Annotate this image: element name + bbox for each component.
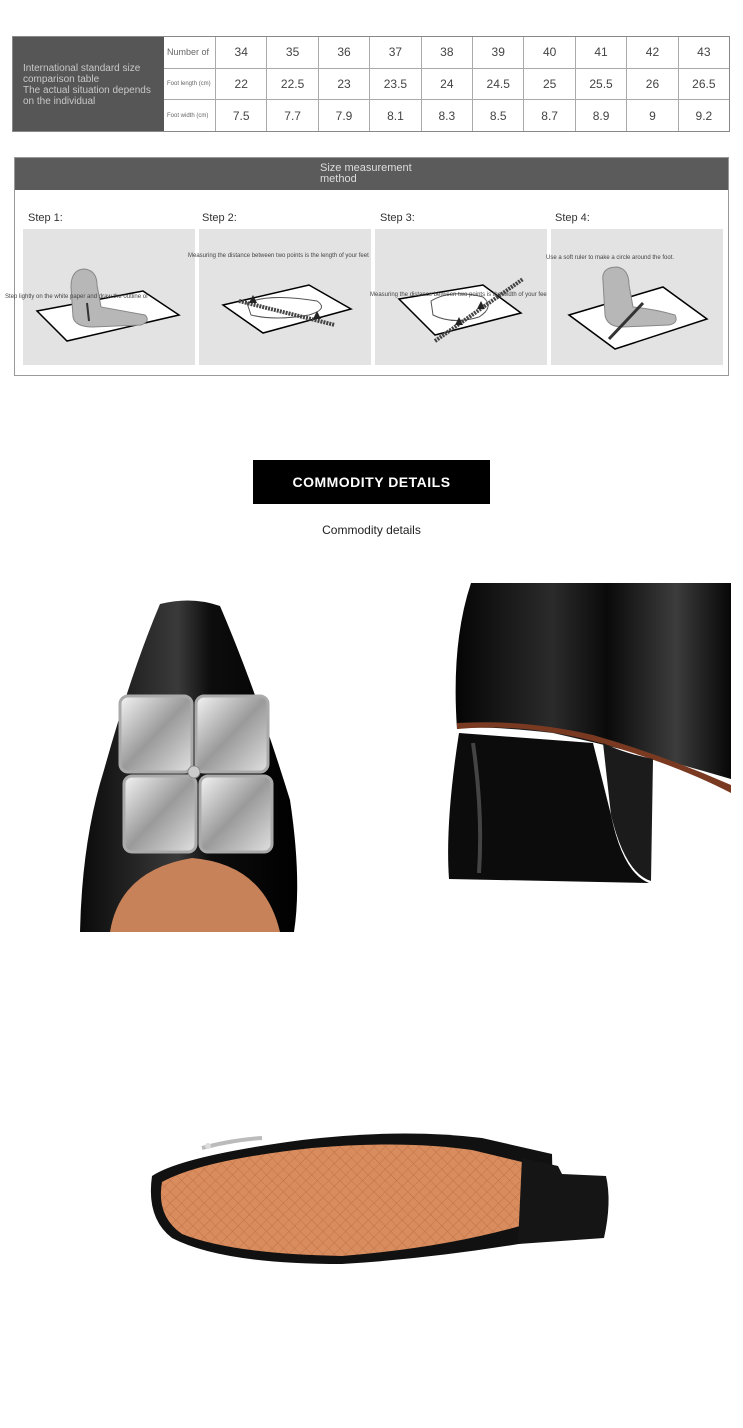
size-cell: 8.7 xyxy=(524,100,576,132)
size-label-line: on the individual xyxy=(23,96,96,107)
size-cell: 24.5 xyxy=(473,68,525,100)
size-cell: 38 xyxy=(422,37,474,68)
soft-ruler-circle-icon xyxy=(567,266,709,350)
step-4-caption: Use a soft ruler to make a circle around… xyxy=(546,255,675,261)
measurement-method-panel: Size measurement method Step 1: Step 2: … xyxy=(5,157,729,376)
size-label-line: The actual situation depends xyxy=(23,85,151,96)
size-table-label: International standard size comparison t… xyxy=(13,37,164,131)
size-cell: 7.7 xyxy=(267,100,319,132)
size-cell: 22 xyxy=(216,68,268,100)
measurement-title-line: Size measurement xyxy=(320,162,412,174)
size-cell: 7.5 xyxy=(216,100,268,132)
measurement-title: Size measurement method xyxy=(15,158,728,190)
size-cell: 41 xyxy=(576,37,628,68)
size-grid: Number of 34 35 36 37 38 39 40 41 42 43 … xyxy=(164,37,729,132)
commodity-details-banner: COMMODITY DETAILS xyxy=(253,460,490,504)
row-header: Foot length (cm) xyxy=(164,68,216,100)
size-cell: 8.1 xyxy=(370,100,422,132)
size-cell: 40 xyxy=(524,37,576,68)
step-3-label: Step 3: xyxy=(380,212,415,224)
shoe-sole-photo xyxy=(142,1118,612,1268)
measurement-title-line: method xyxy=(320,173,357,185)
shoe-toe-crystal-icon xyxy=(80,600,298,932)
step-2-illustration xyxy=(199,229,371,365)
size-label-line: comparison table xyxy=(23,74,100,85)
commodity-details-subtitle: Commodity details xyxy=(322,523,421,537)
size-cell: 36 xyxy=(319,37,371,68)
shoe-sole-icon xyxy=(150,1133,609,1264)
step-4-illustration xyxy=(551,229,723,365)
step-3-caption: Measuring the distance between two point… xyxy=(370,292,547,298)
size-cell: 9 xyxy=(627,100,679,132)
size-cell: 23.5 xyxy=(370,68,422,100)
step-4-label: Step 4: xyxy=(555,212,590,224)
size-row-foot-length: Foot length (cm) 22 22.5 23 23.5 24 24.5… xyxy=(164,68,729,101)
size-cell: 26.5 xyxy=(692,77,716,91)
size-cell: 37 xyxy=(370,37,422,68)
size-cell: 43 xyxy=(697,45,711,60)
size-label-line: International standard size xyxy=(23,63,141,74)
size-cell: 8.9 xyxy=(576,100,628,132)
size-cell: 39 xyxy=(473,37,525,68)
shoe-heel-photo xyxy=(443,583,731,903)
size-row-number: Number of 34 35 36 37 38 39 40 41 42 43 xyxy=(164,37,729,69)
size-row-foot-width: Foot width (cm) 7.5 7.7 7.9 8.1 8.3 8.5 … xyxy=(164,100,729,132)
size-cell: 22.5 xyxy=(267,68,319,100)
step-2-label: Step 2: xyxy=(202,212,237,224)
row-header: Number of xyxy=(164,37,216,68)
size-cell: 35 xyxy=(267,37,319,68)
size-comparison-table: International standard size comparison t… xyxy=(12,36,730,132)
size-cell: 42 xyxy=(627,37,679,68)
size-cell: 7.9 xyxy=(319,100,371,132)
shoe-heel-icon xyxy=(448,583,731,883)
step-1-caption: Step lightly on the white paper and draw… xyxy=(5,294,148,300)
step-2-caption: Measuring the distance between two point… xyxy=(188,253,369,259)
size-cell: 25.5 xyxy=(576,68,628,100)
row-header: Foot width (cm) xyxy=(164,100,216,132)
size-cell: 26 xyxy=(627,68,679,100)
ruler-measure-length-icon xyxy=(221,284,353,334)
step-1-label: Step 1: xyxy=(28,212,63,224)
size-cell: 24 xyxy=(422,68,474,100)
shoe-toe-crystal-photo xyxy=(80,600,303,932)
size-cell: 23 xyxy=(319,68,371,100)
size-cell: 34 xyxy=(216,37,268,68)
size-cell: 8.3 xyxy=(422,100,474,132)
size-cell: 9.2 xyxy=(695,108,713,123)
size-cell: 8.5 xyxy=(473,100,525,132)
size-cell: 25 xyxy=(524,68,576,100)
